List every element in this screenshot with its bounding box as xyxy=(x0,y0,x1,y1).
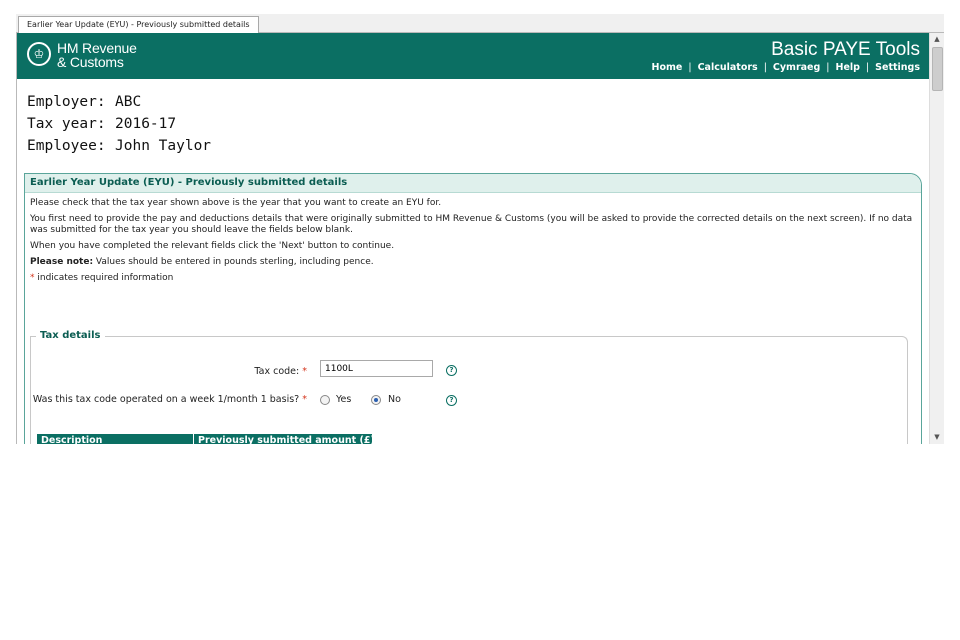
column-header-amount: Previously submitted amount (£) xyxy=(198,435,375,444)
scroll-up-icon[interactable]: ▲ xyxy=(930,33,944,46)
week1-label-text: Was this tax code operated on a week 1/m… xyxy=(32,394,300,405)
note-bold: Please note: xyxy=(30,257,94,267)
employer-info: Employer: ABC Tax year: 2016-17 Employee: J… xyxy=(27,91,211,157)
vertical-scrollbar[interactable]: ▲ ▼ xyxy=(929,33,944,444)
logo-line2: & Customs xyxy=(57,54,124,70)
scroll-thumb[interactable] xyxy=(932,47,943,91)
week1-label: Was this tax code operated on a week 1/m… xyxy=(31,394,307,405)
nav-home[interactable]: Home xyxy=(652,62,683,73)
required-text: indicates required information xyxy=(34,273,174,283)
required-star: * xyxy=(302,394,307,405)
employer-row: Employer: ABC xyxy=(27,91,211,113)
tax-code-label: Tax code: * xyxy=(31,366,307,377)
app-title: Basic PAYE Tools xyxy=(771,39,920,60)
note-text: Values should be entered in pounds sterl… xyxy=(93,257,374,267)
nav-settings[interactable]: Settings xyxy=(875,62,920,73)
panel-title: Earlier Year Update (EYU) - Previously s… xyxy=(25,174,921,193)
tab-bar: Earlier Year Update (EYU) - Previously s… xyxy=(16,14,944,33)
amounts-table-header: Description Previously submitted amount … xyxy=(37,434,375,444)
nav-calculators[interactable]: Calculators xyxy=(698,62,758,73)
page-viewport: ♔ HM Revenue & Customs Basic PAYE Tools … xyxy=(16,33,930,444)
nav-separator: | xyxy=(865,62,870,73)
scroll-down-icon[interactable]: ▼ xyxy=(930,431,944,444)
no-label: No xyxy=(388,394,401,405)
instruction-2: You first need to provide the pay and de… xyxy=(30,214,913,235)
week1-yes-radio[interactable] xyxy=(320,395,330,405)
crown-crest-icon: ♔ xyxy=(27,42,51,66)
nav-separator: | xyxy=(826,62,830,73)
employer-value: ABC xyxy=(115,94,142,110)
instruction-3: When you have completed the relevant fie… xyxy=(30,241,395,251)
tax-code-label-text: Tax code: xyxy=(254,366,300,377)
hmrc-logo: HM Revenue & Customs xyxy=(57,41,137,69)
help-icon[interactable]: ? xyxy=(446,365,457,376)
tax-details-legend: Tax details xyxy=(36,330,105,341)
instruction-1: Please check that the tax year shown abo… xyxy=(30,198,442,208)
tab-eyu[interactable]: Earlier Year Update (EYU) - Previously s… xyxy=(18,16,259,33)
help-icon[interactable]: ? xyxy=(446,395,457,406)
nav-cymraeg[interactable]: Cymraeg xyxy=(773,62,820,73)
required-star: * xyxy=(302,366,307,377)
nav-separator: | xyxy=(688,62,692,73)
yes-label: Yes xyxy=(336,394,352,405)
employer-label: Employer: xyxy=(27,94,106,110)
column-header-description: Description xyxy=(37,434,194,444)
employee-value: John Taylor xyxy=(115,138,212,154)
app-header: ♔ HM Revenue & Customs Basic PAYE Tools … xyxy=(17,33,930,79)
taxyear-label: Tax year: xyxy=(27,116,106,132)
browser-window: Earlier Year Update (EYU) - Previously s… xyxy=(16,14,944,444)
eyu-panel: Earlier Year Update (EYU) - Previously s… xyxy=(24,173,922,444)
tax-code-input[interactable] xyxy=(320,360,433,377)
week1-no-radio[interactable] xyxy=(371,395,381,405)
note: Please note: Values should be entered in… xyxy=(30,257,916,268)
panel-body: Please check that the tax year shown abo… xyxy=(25,193,921,294)
taxyear-value: 2016-17 xyxy=(115,116,177,132)
employee-label: Employee: xyxy=(27,138,106,154)
taxyear-row: Tax year: 2016-17 xyxy=(27,113,211,135)
top-nav: Home | Calculators | Cymraeg | Help | Settings xyxy=(652,62,920,73)
nav-separator: | xyxy=(763,62,767,73)
employee-row: Employee: John Taylor xyxy=(27,135,211,157)
tax-details-fieldset: Tax details Tax code: * ? Was this tax c… xyxy=(30,330,908,444)
required-legend: * indicates required information xyxy=(30,273,916,284)
logo-line1: HM Revenue xyxy=(57,40,137,56)
nav-help[interactable]: Help xyxy=(836,62,860,73)
